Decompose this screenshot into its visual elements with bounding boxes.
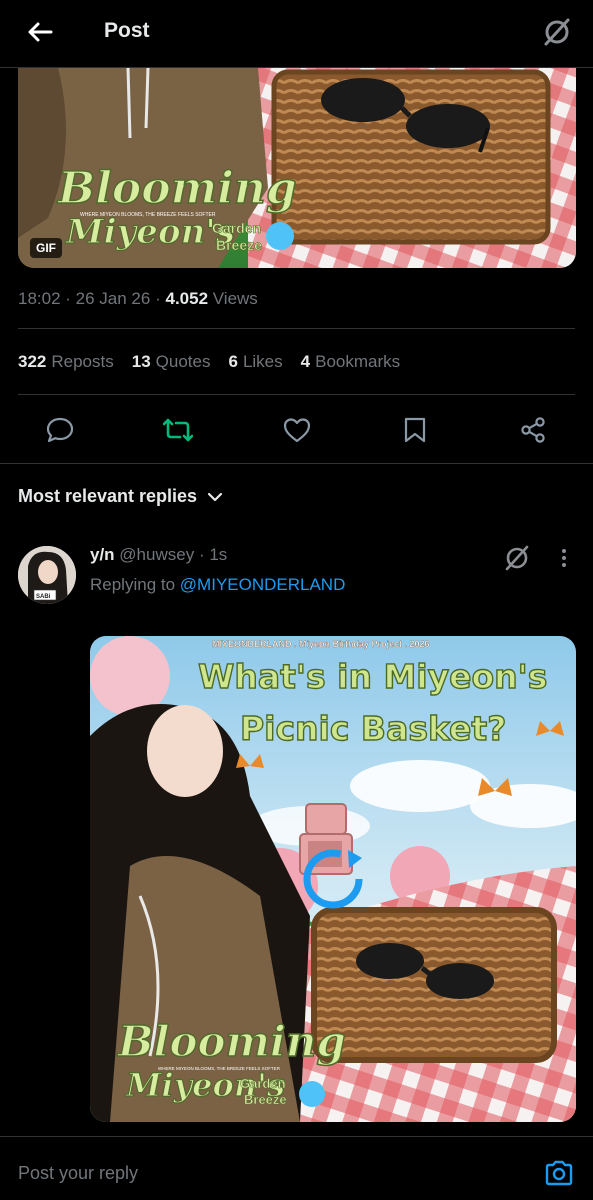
more-options-button[interactable]: [556, 546, 572, 570]
avatar[interactable]: SABi: [18, 546, 76, 604]
views-label: Views: [212, 289, 258, 308]
bookmark-button[interactable]: [397, 412, 433, 448]
post-date: 26 Jan 26: [75, 289, 151, 308]
media-title-garden: Garden: [212, 220, 261, 236]
comment-icon: [46, 417, 74, 443]
media-headline-2: Picnic Basket?: [240, 709, 506, 748]
chevron-down-icon: [207, 492, 223, 501]
reply-image: MIYEONDERLAND . Miyeon Birthday Project …: [90, 636, 576, 1122]
media-headline-1: What's in Miyeon's: [198, 657, 547, 696]
media-tagline: WHERE MIYEON BLOOMS, THE BREEZE FEELS SO…: [158, 1066, 281, 1071]
camera-button[interactable]: [543, 1157, 575, 1189]
camera-icon: [545, 1160, 573, 1186]
media-title-miyeon: Miyeon's: [65, 212, 235, 252]
avatar-tag: SABi: [36, 594, 51, 600]
reply-composer: Post your reply: [0, 1136, 593, 1200]
bookmark-icon: [404, 417, 425, 443]
media-tagline: WHERE MIYEON BLOOMS, THE BREEZE FEELS SO…: [80, 212, 216, 218]
grok-icon: [505, 545, 529, 571]
post-meta: 18:02 · 26 Jan 26 · 4.052 Views: [18, 289, 258, 308]
like-button[interactable]: [279, 412, 315, 448]
heart-icon: [283, 418, 310, 443]
stat-bookmarks[interactable]: 4 Bookmarks: [301, 352, 401, 372]
media-title-garden: Garden: [240, 1076, 286, 1091]
reply-display-name[interactable]: y/n: [90, 545, 115, 564]
arrow-left-icon: [28, 22, 53, 42]
reply-header: y/n @huwsey · 1s: [90, 545, 227, 565]
divider: [0, 463, 593, 464]
reply-handle[interactable]: @huwsey: [119, 545, 194, 564]
gif-badge: GIF: [30, 238, 62, 258]
reply-grok-button[interactable]: [502, 543, 532, 573]
views-count: 4.052: [165, 289, 209, 308]
share-icon: [521, 417, 545, 443]
post-media-gif[interactable]: Blooming Miyeon's Garden Breeze WHERE MI…: [18, 68, 576, 268]
grok-icon: [544, 18, 570, 46]
post-stats: 322 Reposts 13 Quotes 6 Likes 4 Bookmarks: [18, 352, 400, 372]
share-button[interactable]: [515, 412, 551, 448]
top-header: Post: [0, 0, 593, 68]
media-title-blooming: Blooming: [117, 1017, 346, 1066]
page-title: Post: [104, 19, 150, 42]
stat-quotes[interactable]: 13 Quotes: [132, 352, 211, 372]
media-title-breeze: Breeze: [216, 237, 262, 253]
back-button[interactable]: [22, 14, 58, 50]
media-banner: MIYEONDERLAND . Miyeon Birthday Project …: [212, 639, 430, 649]
grok-button[interactable]: [539, 14, 575, 50]
repost-button[interactable]: [160, 412, 196, 448]
replying-to-handle[interactable]: @MIYEONDERLAND: [180, 575, 346, 594]
post-time: 18:02: [18, 289, 61, 308]
reply-media-image[interactable]: MIYEONDERLAND . Miyeon Birthday Project …: [90, 636, 576, 1122]
stat-likes[interactable]: 6 Likes: [228, 352, 282, 372]
post-actions: [18, 410, 575, 450]
replying-to: Replying to @MIYEONDERLAND: [90, 575, 346, 594]
repost-icon: [163, 418, 194, 442]
divider: [18, 328, 575, 329]
reply-time: · 1s: [198, 545, 228, 564]
replies-sort-label: Most relevant replies: [18, 486, 198, 506]
stat-reposts[interactable]: 322 Reposts: [18, 352, 114, 372]
reply-button[interactable]: [42, 412, 78, 448]
reply-input[interactable]: Post your reply: [18, 1163, 138, 1184]
replies-sort-dropdown[interactable]: Most relevant replies: [18, 486, 223, 507]
media-title-blooming: Blooming: [56, 163, 297, 214]
post-media-image: Blooming Miyeon's Garden Breeze WHERE MI…: [18, 68, 576, 268]
more-vertical-icon: [562, 549, 566, 567]
media-title-breeze: Breeze: [244, 1092, 287, 1107]
divider: [18, 394, 575, 395]
